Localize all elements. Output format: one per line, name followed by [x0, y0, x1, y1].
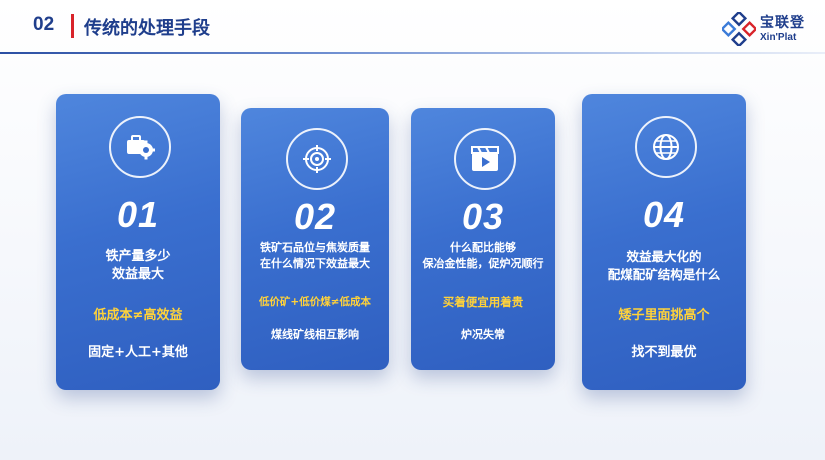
- section-number: 02: [33, 14, 55, 35]
- card-highlight: 低价矿+低价煤≠低成本: [258, 296, 372, 308]
- card-highlight: 矮子里面挑高个: [618, 308, 710, 323]
- section-divider: [71, 14, 74, 38]
- card-note: 炉况失常: [461, 328, 505, 341]
- card-question-line: 铁产量多少: [105, 249, 171, 264]
- card-question-line: 效益最大: [111, 267, 164, 282]
- card-03: 03 什么配比能够 保冶金性能，促炉况顺行 买着便宜用着贵 炉况失常: [411, 108, 555, 370]
- card-question: 铁矿石品位与焦炭质量 在什么情况下效益最大: [247, 240, 383, 272]
- card-question-line: 保冶金性能，促炉况顺行: [422, 257, 544, 270]
- target-icon: [303, 145, 331, 173]
- card-question-line: 配煤配矿结构是什么: [607, 267, 721, 282]
- card-note: 找不到最优: [631, 345, 697, 360]
- card-icon-ring: [454, 128, 516, 190]
- card-01: 01 铁产量多少 效益最大 低成本≠高效益 固定+人工+其他: [56, 94, 220, 390]
- card-question-line: 效益最大化的: [626, 249, 702, 264]
- page-title: 传统的处理手段: [84, 18, 210, 39]
- card-question: 效益最大化的 配煤配矿结构是什么: [588, 248, 740, 284]
- card-number: 01: [116, 194, 160, 235]
- card-note: 固定+人工+其他: [88, 345, 188, 360]
- card-highlight: 买着便宜用着贵: [442, 295, 524, 309]
- card-note: 煤线矿线相互影响: [271, 328, 359, 341]
- card-number: 04: [642, 194, 686, 235]
- gear-toolbox-icon: [127, 135, 155, 160]
- card-icon-ring: [109, 116, 171, 178]
- card-number: 02: [293, 196, 337, 237]
- video-camera-icon: [471, 146, 499, 171]
- header-underline: [0, 52, 825, 54]
- card-question: 什么配比能够 保冶金性能，促炉况顺行: [417, 240, 549, 272]
- card-icon-ring: [286, 128, 348, 190]
- card-04: 04 效益最大化的 配煤配矿结构是什么 矮子里面挑高个 找不到最优: [582, 94, 746, 390]
- card-number: 03: [461, 196, 505, 237]
- card-question: 铁产量多少 效益最大: [62, 248, 214, 284]
- company-logo: 宝联登 Xin'Plat: [722, 8, 822, 50]
- header: 02 传统的处理手段 宝联登 Xin'Plat: [0, 0, 825, 56]
- card-question-line: 铁矿石品位与焦炭质量: [260, 241, 370, 254]
- logo-english-name: Xin'Plat: [760, 32, 797, 43]
- globe-icon: [653, 134, 679, 160]
- card-02: 02 铁矿石品位与焦炭质量 在什么情况下效益最大 低价矿+低价煤≠低成本 煤线矿…: [241, 108, 389, 370]
- card-icon-ring: [635, 116, 697, 178]
- logo-diamond-icon: [722, 12, 756, 46]
- logo-chinese-name: 宝联登: [760, 15, 805, 31]
- card-question-line: 在什么情况下效益最大: [260, 257, 370, 270]
- card-question-line: 什么配比能够: [450, 241, 516, 254]
- card-highlight: 低成本≠高效益: [93, 308, 183, 323]
